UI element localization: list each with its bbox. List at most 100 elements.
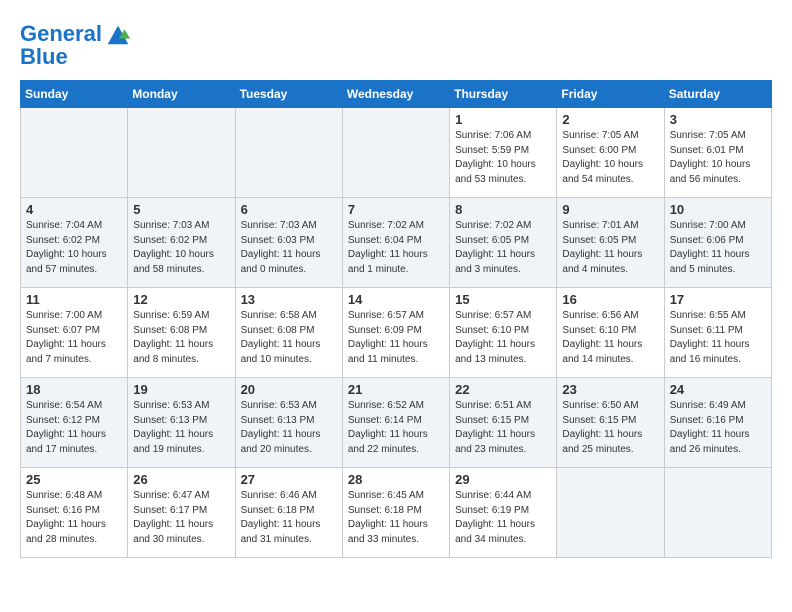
calendar-body: 1 Sunrise: 7:06 AM Sunset: 5:59 PM Daylig… (21, 108, 772, 558)
day-number: 8 (455, 202, 551, 217)
page-header: General Blue (20, 20, 772, 70)
day-number: 11 (26, 292, 122, 307)
calendar-cell: 21Sunrise: 6:52 AM Sunset: 6:14 PM Dayli… (342, 378, 449, 468)
day-number: 25 (26, 472, 122, 487)
day-info: Sunrise: 6:48 AM Sunset: 6:16 PM Dayligh… (26, 489, 122, 547)
calendar-week-5: 25 Sunrise: 6:48 AM Sunset: 6:16 PM Dayli… (21, 468, 772, 558)
day-info: Sunrise: 7:00 AM Sunset: 6:06 PM Dayligh… (670, 219, 766, 277)
calendar-cell: 22 Sunrise: 6:51 AM Sunset: 6:15 PM Dayli… (450, 378, 557, 468)
day-info: Sunrise: 7:01 AM Sunset: 6:05 PM Dayligh… (562, 219, 658, 277)
calendar-cell: 13Sunrise: 6:58 AM Sunset: 6:08 PM Dayli… (235, 288, 342, 378)
logo-text: General (20, 22, 102, 46)
calendar-cell: 11 Sunrise: 7:00 AM Sunset: 6:07 PM Dayli… (21, 288, 128, 378)
calendar-cell: 4Sunrise: 7:04 AM Sunset: 6:02 PM Daylig… (21, 198, 128, 288)
day-info: Sunrise: 6:55 AM Sunset: 6:11 PM Dayligh… (670, 309, 766, 367)
calendar-cell (664, 468, 771, 558)
day-number: 7 (348, 202, 444, 217)
calendar-cell: 9 Sunrise: 7:01 AM Sunset: 6:05 PM Daylig… (557, 198, 664, 288)
calendar-cell (21, 108, 128, 198)
weekday-header-wednesday: Wednesday (342, 81, 449, 108)
day-info: Sunrise: 7:03 AM Sunset: 6:03 PM Dayligh… (241, 219, 337, 277)
day-info: Sunrise: 7:05 AM Sunset: 6:00 PM Dayligh… (562, 129, 658, 187)
calendar-cell: 3 Sunrise: 7:05 AM Sunset: 6:01 PM Daylig… (664, 108, 771, 198)
day-number: 15 (455, 292, 551, 307)
day-info: Sunrise: 6:49 AM Sunset: 6:16 PM Dayligh… (670, 399, 766, 457)
day-info: Sunrise: 6:59 AM Sunset: 6:08 PM Dayligh… (133, 309, 229, 367)
calendar-cell: 14 Sunrise: 6:57 AM Sunset: 6:09 PM Dayli… (342, 288, 449, 378)
day-info: Sunrise: 6:51 AM Sunset: 6:15 PM Dayligh… (455, 399, 551, 457)
day-number: 29 (455, 472, 551, 487)
calendar-cell: 27 Sunrise: 6:46 AM Sunset: 6:18 PM Dayli… (235, 468, 342, 558)
day-info: Sunrise: 6:53 AM Sunset: 6:13 PM Dayligh… (241, 399, 337, 457)
calendar-cell: 7 Sunrise: 7:02 AM Sunset: 6:04 PM Daylig… (342, 198, 449, 288)
day-info: Sunrise: 6:47 AM Sunset: 6:17 PM Dayligh… (133, 489, 229, 547)
calendar-week-1: 1 Sunrise: 7:06 AM Sunset: 5:59 PM Daylig… (21, 108, 772, 198)
calendar-cell (235, 108, 342, 198)
calendar-cell (128, 108, 235, 198)
logo-icon (104, 20, 132, 48)
day-info: Sunrise: 7:03 AM Sunset: 6:02 PM Dayligh… (133, 219, 229, 277)
logo: General Blue (20, 20, 132, 70)
day-info: Sunrise: 6:58 AM Sunset: 6:08 PM Dayligh… (241, 309, 337, 367)
calendar-cell: 16 Sunrise: 6:56 AM Sunset: 6:10 PM Dayli… (557, 288, 664, 378)
day-info: Sunrise: 6:56 AM Sunset: 6:10 PM Dayligh… (562, 309, 658, 367)
day-info: Sunrise: 6:53 AM Sunset: 6:13 PM Dayligh… (133, 399, 229, 457)
day-info: Sunrise: 6:44 AM Sunset: 6:19 PM Dayligh… (455, 489, 551, 547)
day-number: 26 (133, 472, 229, 487)
day-number: 3 (670, 112, 766, 127)
day-info: Sunrise: 6:57 AM Sunset: 6:09 PM Dayligh… (348, 309, 444, 367)
day-number: 9 (562, 202, 658, 217)
day-number: 10 (670, 202, 766, 217)
calendar-cell (557, 468, 664, 558)
day-number: 2 (562, 112, 658, 127)
day-number: 1 (455, 112, 551, 127)
day-info: Sunrise: 7:02 AM Sunset: 6:05 PM Dayligh… (455, 219, 551, 277)
day-number: 16 (562, 292, 658, 307)
calendar-table: SundayMondayTuesdayWednesdayThursdayFrid… (20, 80, 772, 558)
calendar-week-3: 11 Sunrise: 7:00 AM Sunset: 6:07 PM Dayli… (21, 288, 772, 378)
day-info: Sunrise: 6:46 AM Sunset: 6:18 PM Dayligh… (241, 489, 337, 547)
calendar-cell: 20Sunrise: 6:53 AM Sunset: 6:13 PM Dayli… (235, 378, 342, 468)
day-number: 6 (241, 202, 337, 217)
calendar-cell: 15 Sunrise: 6:57 AM Sunset: 6:10 PM Dayli… (450, 288, 557, 378)
calendar-cell: 23 Sunrise: 6:50 AM Sunset: 6:15 PM Dayli… (557, 378, 664, 468)
calendar-cell: 1 Sunrise: 7:06 AM Sunset: 5:59 PM Daylig… (450, 108, 557, 198)
day-number: 28 (348, 472, 444, 487)
weekday-header-thursday: Thursday (450, 81, 557, 108)
weekday-header-row: SundayMondayTuesdayWednesdayThursdayFrid… (21, 81, 772, 108)
day-number: 22 (455, 382, 551, 397)
calendar-cell: 26 Sunrise: 6:47 AM Sunset: 6:17 PM Dayli… (128, 468, 235, 558)
day-number: 14 (348, 292, 444, 307)
calendar-cell: 24 Sunrise: 6:49 AM Sunset: 6:16 PM Dayli… (664, 378, 771, 468)
calendar-cell: 25 Sunrise: 6:48 AM Sunset: 6:16 PM Dayli… (21, 468, 128, 558)
calendar-cell: 29 Sunrise: 6:44 AM Sunset: 6:19 PM Dayli… (450, 468, 557, 558)
day-number: 23 (562, 382, 658, 397)
weekday-header-sunday: Sunday (21, 81, 128, 108)
day-info: Sunrise: 7:02 AM Sunset: 6:04 PM Dayligh… (348, 219, 444, 277)
calendar-cell: 2 Sunrise: 7:05 AM Sunset: 6:00 PM Daylig… (557, 108, 664, 198)
calendar-cell: 5 Sunrise: 7:03 AM Sunset: 6:02 PM Daylig… (128, 198, 235, 288)
calendar-cell (342, 108, 449, 198)
day-info: Sunrise: 6:54 AM Sunset: 6:12 PM Dayligh… (26, 399, 122, 457)
calendar-cell: 12 Sunrise: 6:59 AM Sunset: 6:08 PM Dayli… (128, 288, 235, 378)
calendar-cell: 10 Sunrise: 7:00 AM Sunset: 6:06 PM Dayli… (664, 198, 771, 288)
day-number: 12 (133, 292, 229, 307)
weekday-header-tuesday: Tuesday (235, 81, 342, 108)
day-number: 4 (26, 202, 122, 217)
day-number: 17 (670, 292, 766, 307)
day-info: Sunrise: 7:06 AM Sunset: 5:59 PM Dayligh… (455, 129, 551, 187)
weekday-header-monday: Monday (128, 81, 235, 108)
day-info: Sunrise: 6:57 AM Sunset: 6:10 PM Dayligh… (455, 309, 551, 367)
weekday-header-friday: Friday (557, 81, 664, 108)
day-info: Sunrise: 7:00 AM Sunset: 6:07 PM Dayligh… (26, 309, 122, 367)
day-number: 27 (241, 472, 337, 487)
day-info: Sunrise: 6:45 AM Sunset: 6:18 PM Dayligh… (348, 489, 444, 547)
day-number: 19 (133, 382, 229, 397)
day-info: Sunrise: 7:05 AM Sunset: 6:01 PM Dayligh… (670, 129, 766, 187)
calendar-cell: 18Sunrise: 6:54 AM Sunset: 6:12 PM Dayli… (21, 378, 128, 468)
day-number: 5 (133, 202, 229, 217)
day-info: Sunrise: 6:50 AM Sunset: 6:15 PM Dayligh… (562, 399, 658, 457)
day-number: 24 (670, 382, 766, 397)
day-info: Sunrise: 6:52 AM Sunset: 6:14 PM Dayligh… (348, 399, 444, 457)
calendar-cell: 19 Sunrise: 6:53 AM Sunset: 6:13 PM Dayli… (128, 378, 235, 468)
